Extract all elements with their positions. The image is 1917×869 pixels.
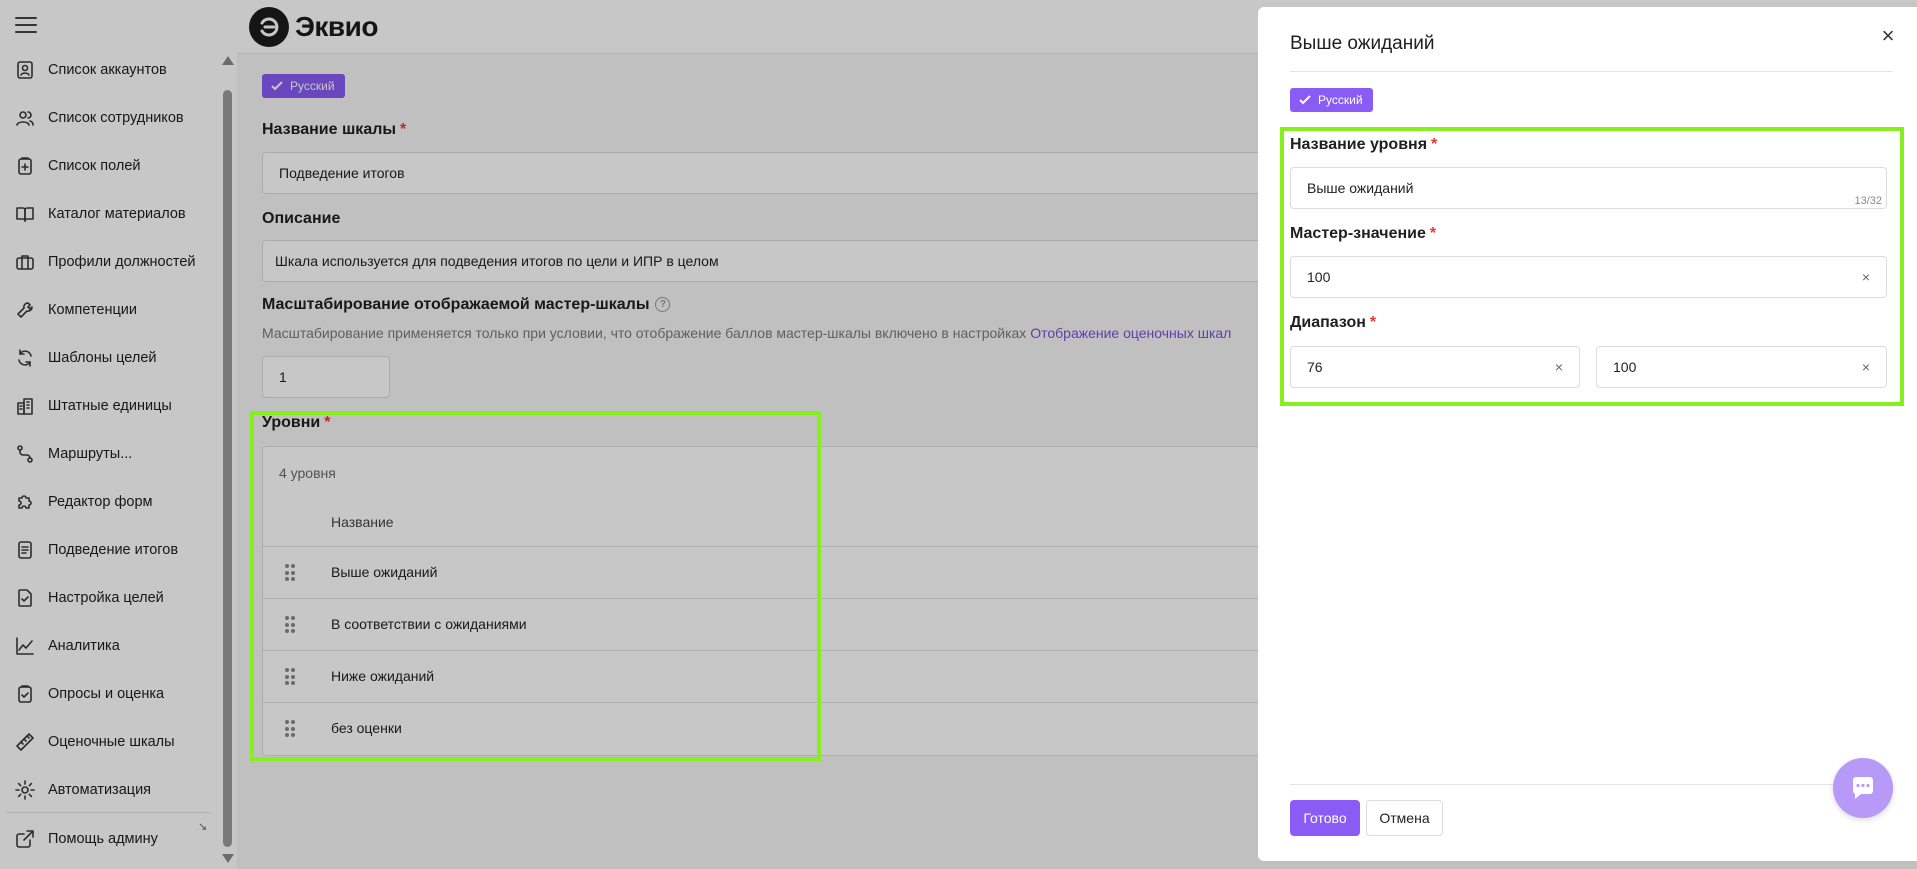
range-from-value: 76 (1307, 359, 1323, 375)
master-value-input[interactable]: 100 × (1290, 256, 1887, 298)
level-edit-drawer: Выше ожиданий × Русский Название уровня *… (1258, 7, 1917, 861)
master-value-label: Мастер-значение * (1290, 225, 1436, 243)
close-icon[interactable]: × (1877, 25, 1899, 47)
chat-icon (1853, 777, 1873, 799)
clear-icon[interactable]: × (1862, 269, 1870, 285)
chat-button[interactable] (1833, 758, 1893, 818)
divider (1290, 71, 1893, 72)
language-badge-label: Русский (1318, 93, 1363, 107)
level-name-value: Выше ожиданий (1307, 180, 1414, 196)
required-mark: * (1431, 136, 1438, 153)
master-value-label-text: Мастер-значение (1290, 225, 1426, 242)
clear-icon[interactable]: × (1862, 359, 1870, 375)
language-badge[interactable]: Русский (1290, 88, 1373, 112)
range-from-input[interactable]: 76 × (1290, 346, 1580, 388)
clear-icon[interactable]: × (1555, 359, 1563, 375)
drawer-title: Выше ожиданий (1290, 33, 1435, 54)
divider (1290, 784, 1893, 785)
master-value: 100 (1307, 269, 1331, 285)
done-button[interactable]: Готово (1290, 800, 1360, 836)
cancel-button[interactable]: Отмена (1366, 800, 1443, 836)
range-to-value: 100 (1613, 359, 1637, 375)
range-label: Диапазон * (1290, 314, 1376, 332)
level-name-input[interactable]: Выше ожиданий 13/32 (1290, 167, 1887, 209)
check-icon (1299, 95, 1311, 105)
level-name-label: Название уровня * (1290, 136, 1437, 154)
range-label-text: Диапазон (1290, 314, 1366, 331)
char-counter: 13/32 (1854, 195, 1882, 207)
level-name-label-text: Название уровня (1290, 136, 1428, 153)
required-mark: * (1369, 314, 1377, 331)
required-mark: * (1429, 225, 1437, 242)
range-to-input[interactable]: 100 × (1596, 346, 1887, 388)
